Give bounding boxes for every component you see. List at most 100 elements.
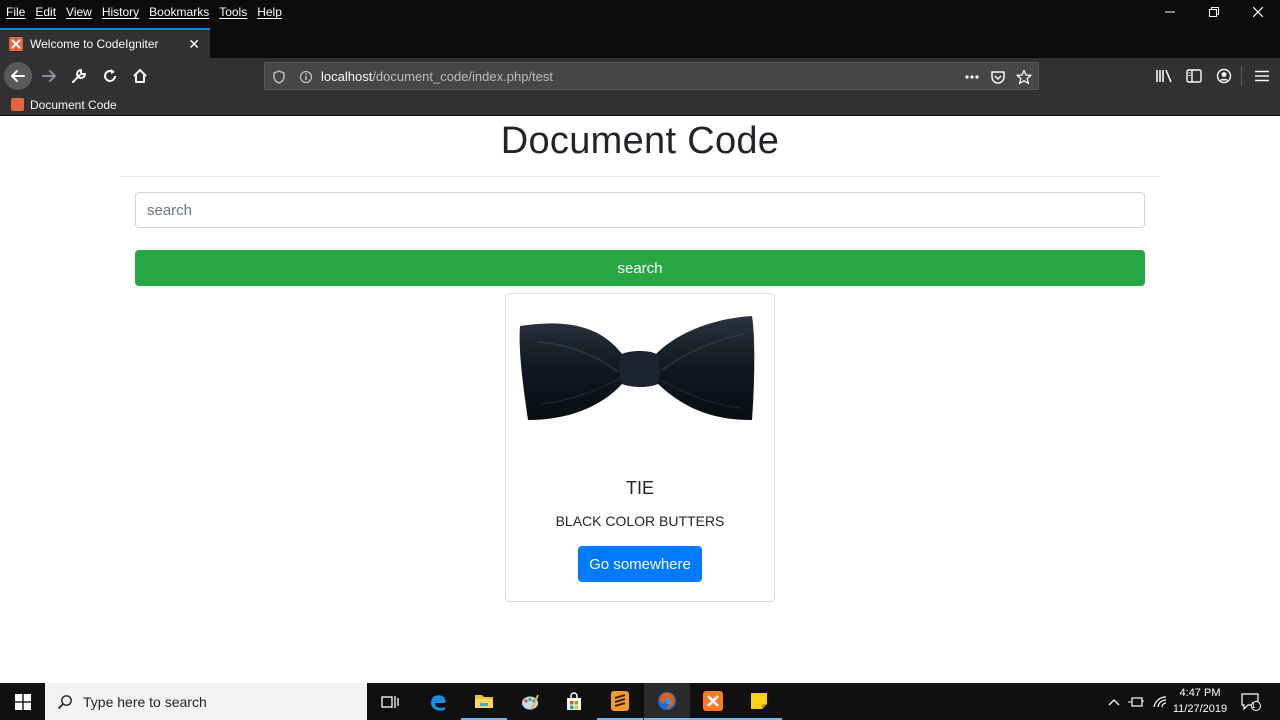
url-host: localhost: [321, 69, 373, 84]
bookmark-document-code[interactable]: Document Code: [0, 98, 117, 112]
forward-button[interactable]: [35, 62, 63, 90]
windows-taskbar: Type here to search 4:47 PM 11/27/2019 1: [0, 683, 1280, 720]
close-icon: [1253, 7, 1263, 17]
tab-bar: Welcome to CodeIgniter ✕: [0, 24, 1280, 58]
hamburger-icon: [1255, 70, 1269, 82]
menu-file[interactable]: File: [6, 2, 25, 22]
sublime-text-taskbar-button[interactable]: [597, 683, 643, 720]
close-window-button[interactable]: [1236, 0, 1280, 24]
search-button[interactable]: search: [135, 250, 1145, 286]
taskbar-search-placeholder: Type here to search: [83, 693, 207, 710]
menu-edit[interactable]: Edit: [35, 2, 56, 22]
minimize-button[interactable]: [1148, 0, 1192, 24]
reload-button[interactable]: [96, 62, 124, 90]
page-title: Document Code: [500, 120, 780, 162]
home-icon: [133, 69, 147, 83]
url-text[interactable]: localhost/document_code/index.php/test: [321, 69, 553, 84]
taskbar-search-box[interactable]: Type here to search: [45, 683, 367, 720]
bow-tie-image: [519, 316, 755, 420]
task-view-icon: [381, 695, 399, 708]
forward-arrow-icon: [42, 70, 56, 82]
task-view-button[interactable]: [367, 683, 413, 720]
search-input[interactable]: [135, 192, 1145, 228]
hamburger-menu-button[interactable]: [1252, 66, 1272, 86]
back-arrow-icon: [11, 70, 25, 82]
url-path: /document_code/index.php/test: [372, 69, 553, 84]
site-info-icon[interactable]: [297, 68, 315, 86]
shield-icon: [273, 70, 285, 84]
bookmarks-toolbar: Document Code: [0, 94, 1280, 116]
paint-palette-icon: [522, 694, 539, 709]
battery-plug-icon: [1128, 696, 1144, 707]
show-hidden-icons-button[interactable]: [1104, 683, 1124, 720]
menu-view[interactable]: View: [66, 2, 92, 22]
go-somewhere-button[interactable]: Go somewhere: [578, 546, 702, 582]
account-button[interactable]: [1214, 66, 1234, 86]
ellipsis-icon: [965, 75, 979, 79]
menu-bar: File Edit View History Bookmarks Tools H…: [0, 0, 1280, 24]
home-button[interactable]: [126, 62, 154, 90]
store-taskbar-button[interactable]: [551, 683, 597, 720]
pocket-save-icon: [991, 71, 1005, 84]
page-actions-icon[interactable]: [963, 68, 981, 86]
start-button[interactable]: [0, 683, 45, 720]
library-button[interactable]: [1154, 66, 1174, 86]
account-icon: [1216, 68, 1232, 84]
navigation-toolbar: localhost/document_code/index.php/test: [0, 58, 1280, 94]
customize-button[interactable]: [65, 62, 93, 90]
restore-icon: [1209, 7, 1219, 17]
menu-bookmarks[interactable]: Bookmarks: [149, 2, 209, 22]
restore-button[interactable]: [1192, 0, 1236, 24]
reload-icon: [104, 69, 116, 82]
url-bar[interactable]: localhost/document_code/index.php/test: [264, 62, 1039, 90]
sublime-text-icon: [611, 690, 629, 711]
sticky-notes-taskbar-button[interactable]: [736, 683, 782, 720]
edge-icon: [431, 694, 446, 711]
library-icon: [1156, 69, 1172, 83]
menu-tools[interactable]: Tools: [219, 2, 247, 22]
file-explorer-taskbar-button[interactable]: [461, 683, 507, 720]
menu-history[interactable]: History: [102, 2, 139, 22]
toolbar-separator: [1241, 66, 1242, 86]
menu-help[interactable]: Help: [257, 2, 282, 22]
page-content: Document Code search TIE BLACK COLOR BUT…: [0, 117, 1280, 683]
codeigniter-favicon-icon: [9, 37, 23, 51]
card-title: TIE: [625, 478, 654, 498]
bookmark-label: Document Code: [30, 97, 117, 112]
info-icon: [299, 70, 313, 84]
sidebar-button[interactable]: [1184, 66, 1204, 86]
store-bag-icon: [567, 691, 581, 710]
pocket-icon[interactable]: [989, 68, 1007, 86]
star-icon: [1016, 69, 1032, 85]
title-divider: [120, 176, 1160, 177]
sidebar-icon: [1186, 69, 1202, 83]
paint-taskbar-button[interactable]: [507, 683, 553, 720]
card-description: BLACK COLOR BUTTERS: [555, 513, 725, 529]
xampp-taskbar-button[interactable]: [690, 683, 736, 720]
product-card: TIE BLACK COLOR BUTTERS Go somewhere: [505, 293, 775, 602]
tab-welcome[interactable]: Welcome to CodeIgniter ✕: [0, 28, 210, 58]
edge-taskbar-button[interactable]: [415, 683, 461, 720]
search-icon: [57, 694, 72, 709]
tracking-protection-shield-icon[interactable]: [270, 68, 288, 86]
tab-close-icon[interactable]: ✕: [188, 36, 200, 53]
power-tray-button[interactable]: [1126, 683, 1146, 720]
action-center-button[interactable]: 1: [1238, 683, 1264, 720]
firefox-icon: [658, 691, 676, 710]
window-controls: [1148, 0, 1280, 24]
tab-title: Welcome to CodeIgniter: [30, 37, 159, 51]
network-tray-button[interactable]: [1150, 683, 1170, 720]
clock-time: 4:47 PM: [1179, 687, 1221, 699]
back-button[interactable]: [4, 62, 32, 90]
xampp-favicon-icon: [11, 98, 24, 111]
notification-count: 1: [1251, 701, 1256, 710]
windows-logo-icon: [14, 693, 31, 710]
firefox-taskbar-button[interactable]: [644, 683, 690, 720]
sticky-notes-icon: [751, 692, 767, 709]
minimize-icon: [1165, 11, 1175, 13]
taskbar-clock[interactable]: 4:47 PM 11/27/2019: [1168, 685, 1232, 717]
wrench-icon: [72, 68, 87, 83]
bookmark-star-icon[interactable]: [1015, 68, 1033, 86]
wifi-icon: [1153, 695, 1167, 707]
xampp-logo-icon: [11, 39, 21, 49]
